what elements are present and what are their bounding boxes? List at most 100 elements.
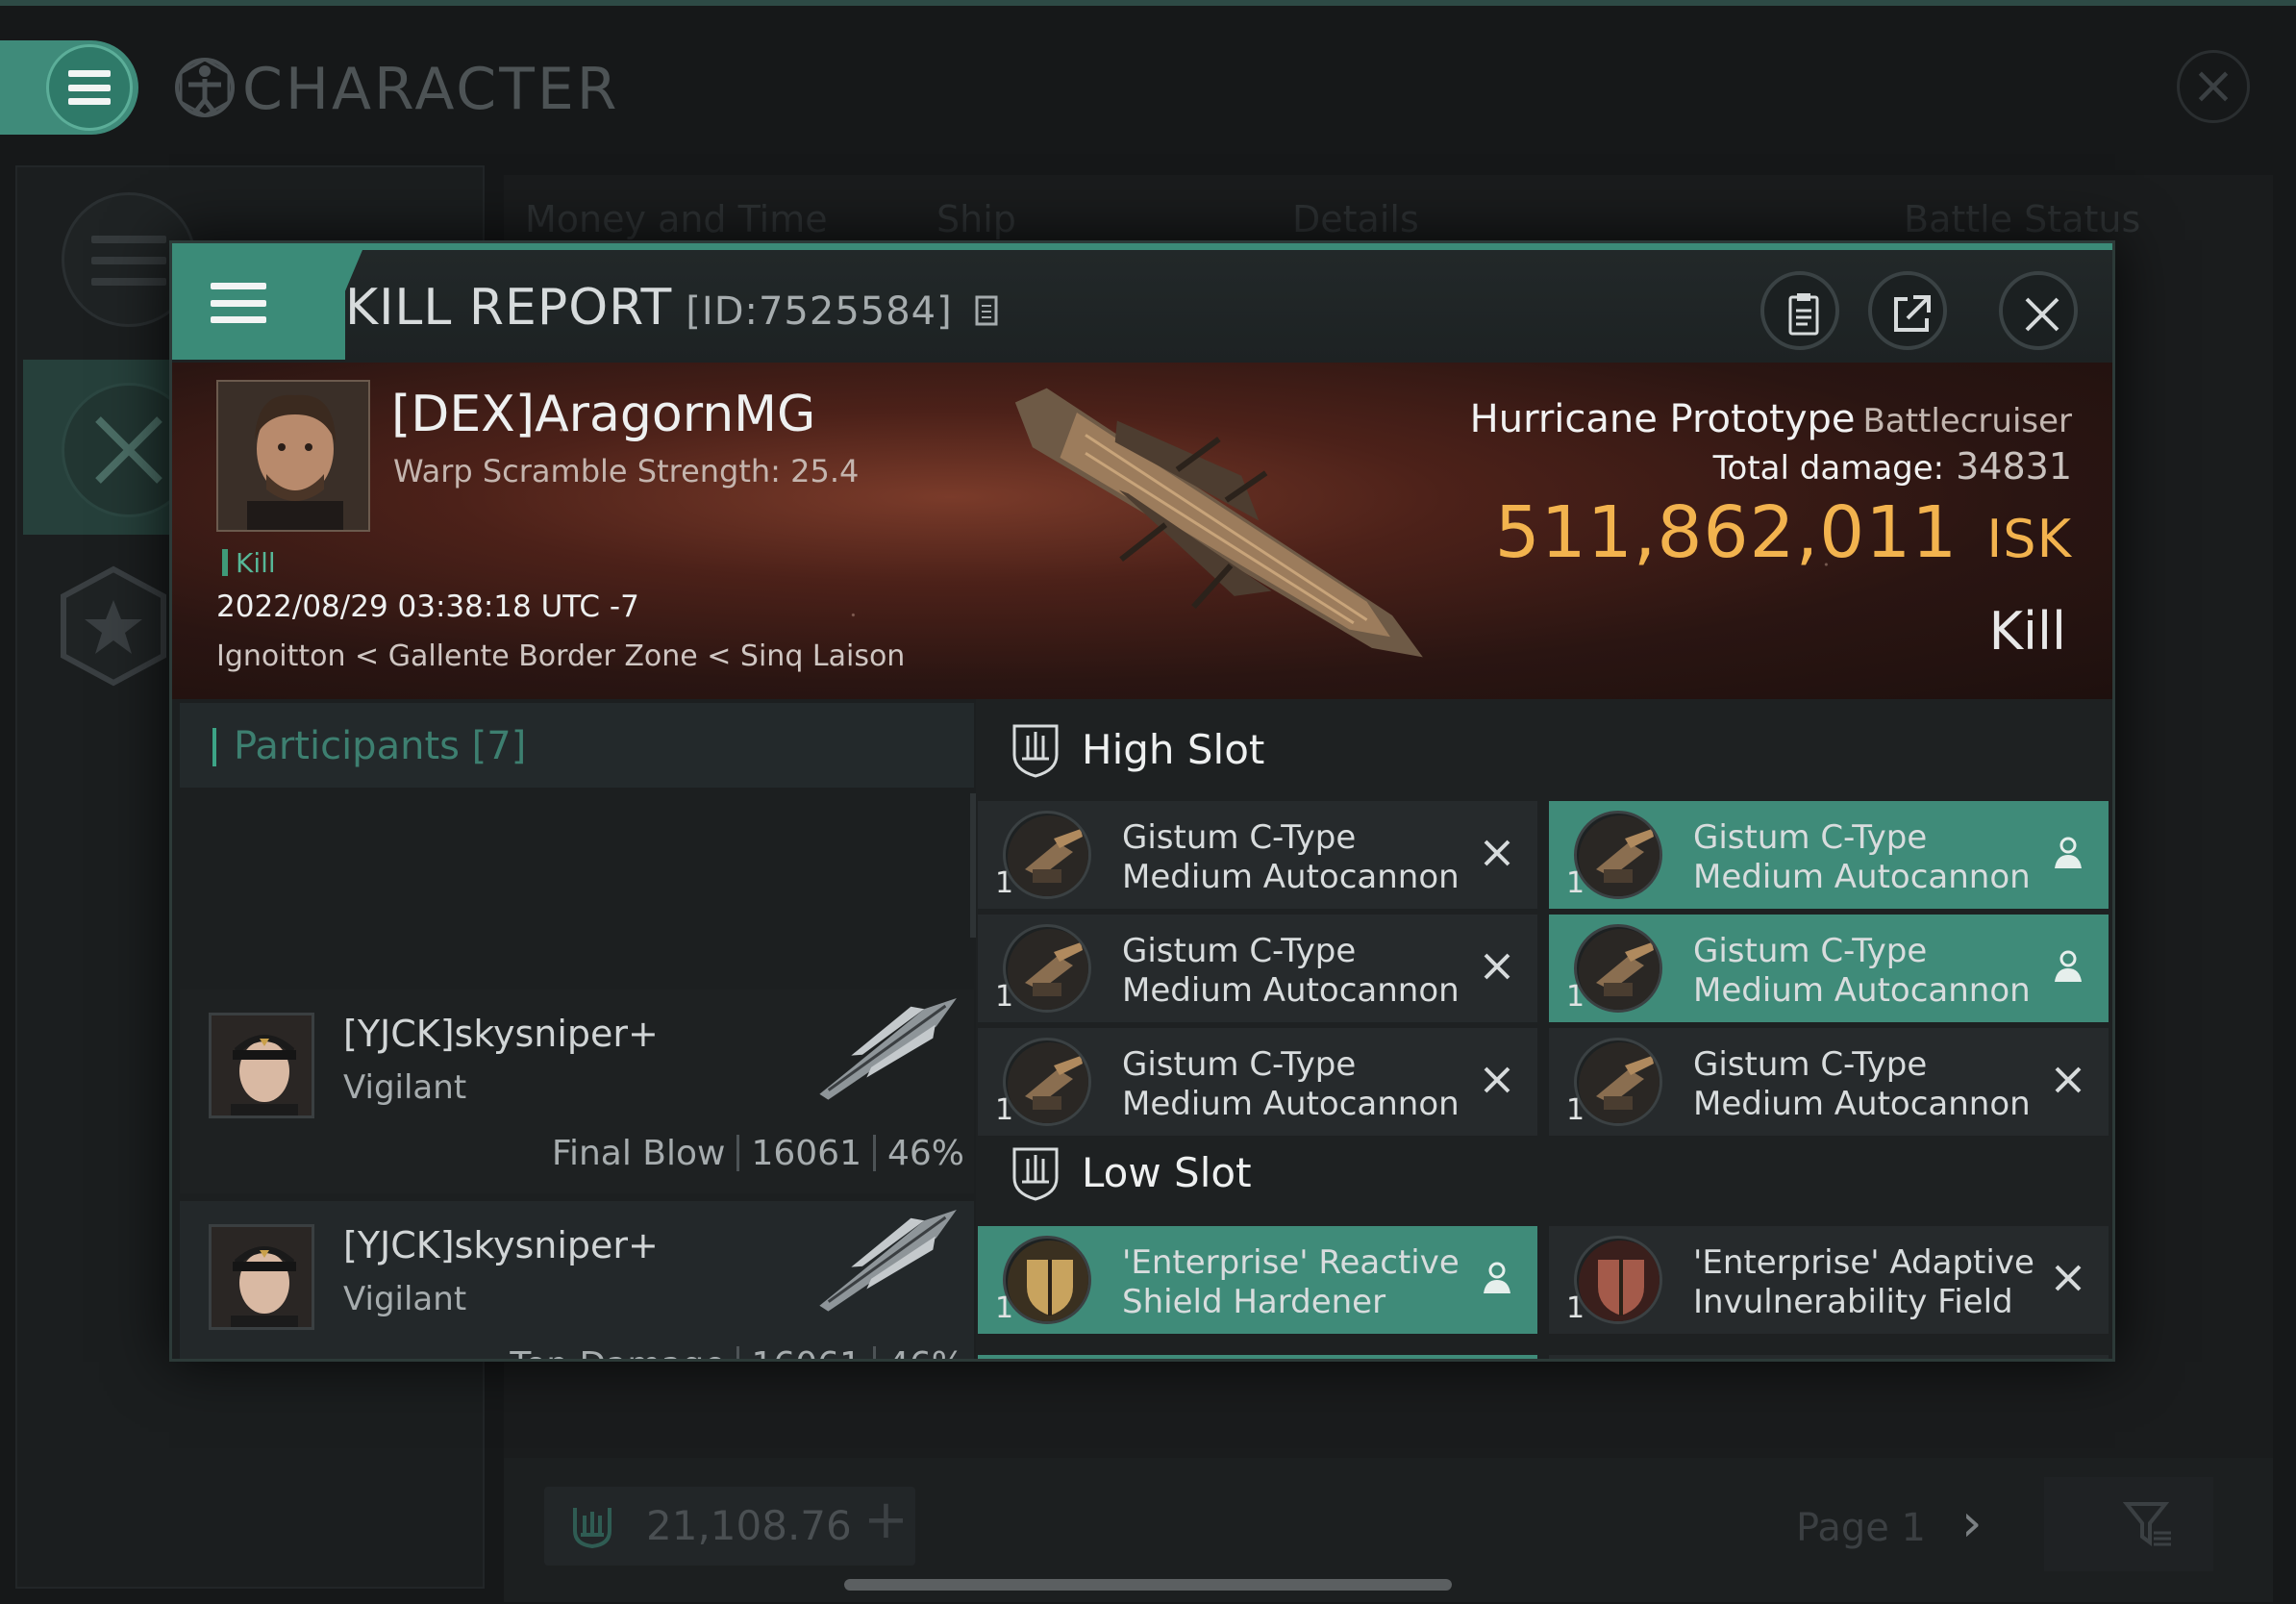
- module-item[interactable]: 1 Gistum C-Type Medium Autocannon: [978, 915, 1537, 1022]
- module-name: Gistum C-Type Medium Autocannon: [1122, 932, 1460, 1010]
- next-page-button[interactable]: ›: [1961, 1492, 1983, 1553]
- close-button[interactable]: [1999, 271, 2078, 350]
- module-name: Gistum C-Type Medium Autocannon: [1693, 1045, 2031, 1123]
- participant-ship: Vigilant: [343, 1068, 467, 1107]
- close-icon: [2025, 297, 2059, 332]
- victim-name[interactable]: [DEX]AragornMG: [391, 386, 815, 443]
- module-item[interactable]: 1 Gistum C-Type Medium Autocannon: [978, 801, 1537, 909]
- ship-class: Battlecruiser: [1862, 402, 2072, 440]
- low-slot-icon: [1012, 1147, 1059, 1201]
- participant-percent: 46%: [887, 1345, 964, 1359]
- participant-row[interactable]: [YJCK]skysniper+ Vigilant Top Damage 1606…: [180, 1201, 974, 1359]
- shield-module-icon: [1003, 1236, 1091, 1324]
- module-name: 'Enterprise' Adaptive Invulnerability Fi…: [1693, 1243, 2034, 1321]
- module-item[interactable]: 1 Gistum C-Type Medium Autocannon: [978, 1028, 1537, 1136]
- isk-amount: 511,862,011: [1494, 491, 1959, 574]
- page-indicator: Page 1: [1796, 1506, 1926, 1550]
- participant-row[interactable]: [YJCK]skysniper+ Vigilant Final Blow 1606…: [180, 990, 974, 1193]
- participant-role: Top Damage: [510, 1345, 725, 1359]
- menu-icon: [211, 283, 266, 323]
- kill-tag: Kill: [222, 547, 276, 579]
- high-slot-icon: [1012, 724, 1059, 778]
- add-isk-button[interactable]: +: [863, 1489, 909, 1551]
- main-menu-button[interactable]: [0, 40, 138, 135]
- report-id: [ID:7525584]: [686, 289, 953, 334]
- modal-title: KILL REPORT [ID:7525584]: [345, 279, 1000, 337]
- module-quantity: 1: [1566, 1291, 1585, 1325]
- warp-scramble: Warp Scramble Strength: 25.4: [393, 453, 860, 489]
- module-quantity: 1: [1566, 980, 1585, 1014]
- clipboard-button[interactable]: [1760, 271, 1839, 350]
- filter-button[interactable]: [2044, 1477, 2213, 1571]
- low-slot-label: Low Slot: [1082, 1149, 1252, 1196]
- share-icon: [1894, 295, 1931, 332]
- destroyed-x-icon: [2055, 1265, 2082, 1291]
- isk-value: 511,862,011 ISK: [1495, 491, 2072, 574]
- person-icon: [2055, 950, 2082, 982]
- module-item[interactable]: 1 Gistum C-Type Medium Autocannon: [1549, 915, 2109, 1022]
- low-slot-header: Low Slot: [976, 1122, 2112, 1224]
- autocannon-icon: [1003, 1038, 1091, 1126]
- kill-location[interactable]: Ignoitton < Gallente Border Zone < Sinq …: [216, 639, 905, 673]
- ship-name: Hurricane Prototype: [1469, 397, 1856, 441]
- ship-title[interactable]: Hurricane Prototype Battlecruiser: [1470, 397, 2072, 441]
- module-item[interactable]: 1 'Enterprise' Reactive Shield Hardener: [978, 1226, 1537, 1334]
- home-indicator: [844, 1579, 1452, 1591]
- module-quantity: 1: [995, 1291, 1014, 1325]
- autocannon-icon: [1574, 1038, 1662, 1126]
- module-item[interactable]: 1 'Enterprise' Adaptive Invulnerability …: [1549, 1226, 2109, 1334]
- tab-details[interactable]: Details: [1292, 198, 1419, 240]
- victim-portrait: [216, 380, 370, 532]
- hurricane-ship-image: [1014, 388, 1423, 658]
- person-icon: [1484, 1262, 1510, 1293]
- filter-icon: [2123, 1502, 2171, 1546]
- participant-percent: 46%: [886, 1134, 964, 1173]
- module-partial[interactable]: [1549, 1355, 2109, 1359]
- participant-stats: Final Blow 16061 46%: [552, 1134, 964, 1173]
- destroyed-x-icon: [2055, 1066, 2082, 1093]
- vitruvian-man-icon: [175, 58, 235, 117]
- high-slot-label: High Slot: [1082, 726, 1265, 773]
- participant-avatar: [209, 1224, 314, 1330]
- module-quantity: 1: [995, 866, 1014, 900]
- participant-role: Final Blow: [551, 1134, 726, 1173]
- high-slot-header: High Slot: [976, 699, 2112, 801]
- person-icon: [2055, 837, 2082, 868]
- module-name: Gistum C-Type Medium Autocannon: [1122, 818, 1460, 896]
- module-item[interactable]: 1 Gistum C-Type Medium Autocannon: [1549, 1028, 2109, 1136]
- vigilant-ship-image: [819, 997, 957, 1100]
- tab-battle-status[interactable]: Battle Status: [1904, 198, 2140, 240]
- top-accent-line: [0, 0, 2296, 6]
- module-item[interactable]: 1 Gistum C-Type Medium Autocannon: [1549, 801, 2109, 909]
- wallet-icon: [573, 1508, 611, 1549]
- module-partial[interactable]: [978, 1355, 1537, 1359]
- kill-report-title: KILL REPORT: [345, 279, 673, 337]
- report-result: Kill: [1988, 601, 2066, 662]
- page-title: CHARACTER: [242, 56, 620, 123]
- participant-damage: 16061: [751, 1134, 861, 1173]
- shield-module-icon: [1574, 1236, 1662, 1324]
- kill-datetime: 2022/08/29 03:38:18 UTC -7: [216, 589, 639, 624]
- module-name: 'Enterprise' Reactive Shield Hardener: [1122, 1243, 1460, 1321]
- isk-balance-value: 21,108.76: [646, 1502, 852, 1549]
- autocannon-icon: [1574, 811, 1662, 899]
- participant-avatar: [209, 1013, 314, 1118]
- participant-name: [YJCK]skysniper+: [343, 1224, 659, 1266]
- close-icon[interactable]: ×: [2177, 50, 2250, 123]
- destroyed-x-icon: [1484, 1066, 1510, 1093]
- module-quantity: 1: [1566, 866, 1585, 900]
- tab-money-and-time[interactable]: Money and Time: [525, 198, 828, 240]
- modal-header: KILL REPORT [ID:7525584]: [172, 243, 2112, 363]
- total-damage-value: 34831: [1956, 445, 2072, 488]
- copy-icon[interactable]: [975, 295, 1000, 328]
- share-button[interactable]: [1868, 271, 1947, 350]
- autocannon-icon: [1003, 924, 1091, 1013]
- participant-name: [YJCK]skysniper+: [343, 1013, 659, 1055]
- participant-ship: Vigilant: [343, 1280, 467, 1318]
- participant-stats: Top Damage 16061 46%: [510, 1345, 964, 1359]
- tab-ship[interactable]: Ship: [936, 198, 1016, 240]
- autocannon-icon: [1574, 924, 1662, 1013]
- module-name: Gistum C-Type Medium Autocannon: [1693, 932, 2031, 1010]
- participants-header[interactable]: Participants [7]: [180, 703, 974, 788]
- victim-banner: [DEX]AragornMG Warp Scramble Strength: 2…: [172, 363, 2112, 699]
